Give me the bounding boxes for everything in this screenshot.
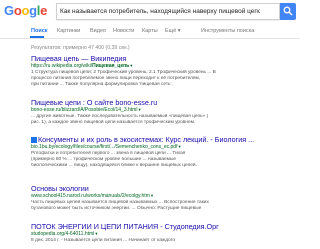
search-result: Пищевые цепи : О сайте bono-esse.ru bono…	[31, 98, 293, 126]
result-title-link[interactable]: Консументы и их роль в экосистемах: Курс…	[31, 135, 293, 144]
url-dropdown-icon[interactable]: ▾	[178, 144, 180, 149]
search-result: Пищевая цепь — Википедия https://ru.wiki…	[31, 54, 293, 88]
result-url-text: bio.1bu.by/ecology/files/course/first/..…	[31, 144, 178, 150]
result-url-text: bono-esse.ru/blizzard/A/Posobie/Ecol/14_…	[31, 107, 138, 113]
search-result: Консументы и их роль в экосистемах: Курс…	[31, 135, 293, 169]
search-button[interactable]	[280, 3, 296, 20]
search-result: Основы экологии www.school415.narod.ru/w…	[31, 184, 293, 212]
pdf-badge-icon	[31, 137, 37, 144]
google-logo[interactable]: Google	[4, 4, 47, 18]
result-snippet-line: биологическими ... пищу), находящейся бл…	[31, 162, 197, 168]
search-result: ПОТОК ЭНЕРГИИ И ЦЕПИ ПИТАНИЯ - Студопеди…	[31, 222, 293, 244]
result-snippet-line: рис. 1), а каждое звено пищевой цепи наз…	[31, 119, 196, 125]
result-snippet-line: при питании ... Также популярна формулир…	[31, 81, 173, 87]
url-dropdown-icon[interactable]: ▾	[151, 193, 153, 198]
tab-maps[interactable]: Карты	[142, 28, 158, 34]
result-title-link[interactable]: Пищевая цепь — Википедия	[31, 54, 293, 63]
logo-letter: G	[4, 3, 14, 18]
url-dropdown-icon[interactable]: ▾	[130, 63, 132, 68]
result-snippet-line: 8 дек. 2014 г. - Называется цепи питания…	[31, 237, 176, 243]
tab-search-tools[interactable]: Инструменты поиска	[201, 28, 254, 34]
result-url-bold: Пищевая_цепь	[92, 63, 130, 69]
logo-letter: g	[29, 3, 37, 18]
result-title-link[interactable]: ПОТОК ЭНЕРГИИ И ЦЕПИ ПИТАНИЯ - Студопеди…	[31, 222, 293, 231]
result-url-text: www.school415.narod.ru/works/manuals/2/e…	[31, 193, 150, 199]
url-dropdown-icon[interactable]: ▾	[138, 107, 140, 112]
header: Google	[0, 0, 300, 25]
result-url-text: studopedia.org/4-64011.html	[31, 231, 95, 237]
search-icon	[283, 6, 293, 16]
tab-news[interactable]: Новости	[113, 28, 134, 34]
result-stats: Результатов: примерно 47 400 (0,39 сек.)	[31, 45, 130, 51]
result-snippet-line: бутанового может быть источником энергии…	[31, 205, 202, 211]
search-tabs: Поиск Картинки Видео Новости Карты Ещё ▾…	[0, 25, 300, 39]
active-tab-indicator	[30, 36, 44, 38]
tab-more[interactable]: Ещё ▾	[165, 28, 181, 34]
logo-letter: o	[13, 3, 22, 18]
url-dropdown-icon[interactable]: ▾	[95, 231, 97, 236]
result-title-link[interactable]: Пищевые цепи : О сайте bono-esse.ru	[31, 98, 293, 107]
tab-images[interactable]: Картинки	[57, 28, 80, 34]
result-url-plain: https://ru.wikipedia.org/wiki/	[31, 63, 93, 69]
result-title-text: Консументы и их роль в экосистемах: Курс…	[38, 135, 255, 144]
search-input[interactable]	[60, 4, 260, 19]
logo-letter: e	[40, 3, 48, 18]
search-box[interactable]	[56, 3, 280, 20]
tab-video[interactable]: Видео	[90, 28, 106, 34]
result-title-link[interactable]: Основы экологии	[31, 184, 293, 193]
logo-letter: o	[21, 3, 30, 18]
tab-search[interactable]: Поиск	[31, 28, 48, 34]
